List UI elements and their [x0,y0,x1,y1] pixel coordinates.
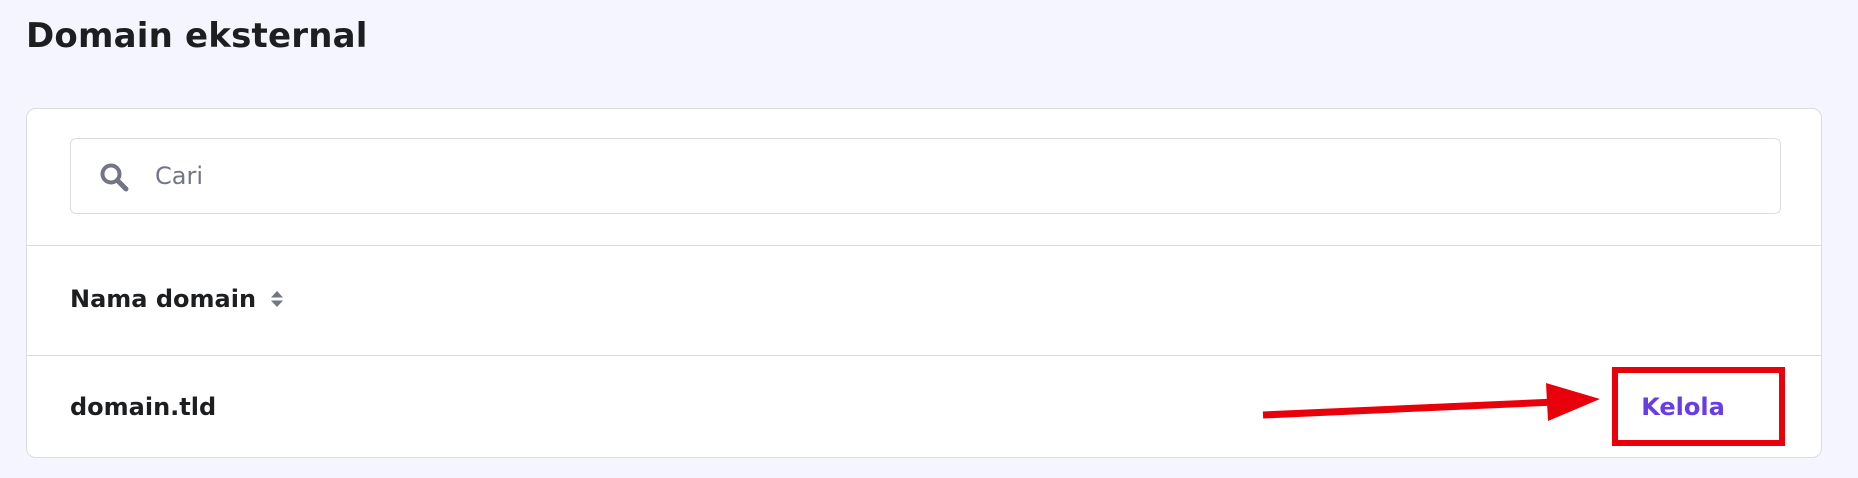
search-box[interactable] [70,138,1781,214]
page-title: Domain eksternal [26,16,368,56]
table-header-row: Nama domain [27,246,1821,355]
search-input[interactable] [155,139,1755,213]
manage-button[interactable]: Kelola [1613,379,1753,435]
page: Domain eksternal Nama domain domain.tld … [0,0,1858,478]
domain-card: Nama domain domain.tld Kelola [26,108,1822,458]
search-icon [100,163,129,192]
table-row: domain.tld Kelola [27,356,1821,458]
column-header-label: Nama domain [70,285,257,313]
sort-icon[interactable] [270,289,284,309]
domain-name-cell: domain.tld [70,393,217,421]
column-header-domain-name[interactable]: Nama domain [70,284,284,314]
